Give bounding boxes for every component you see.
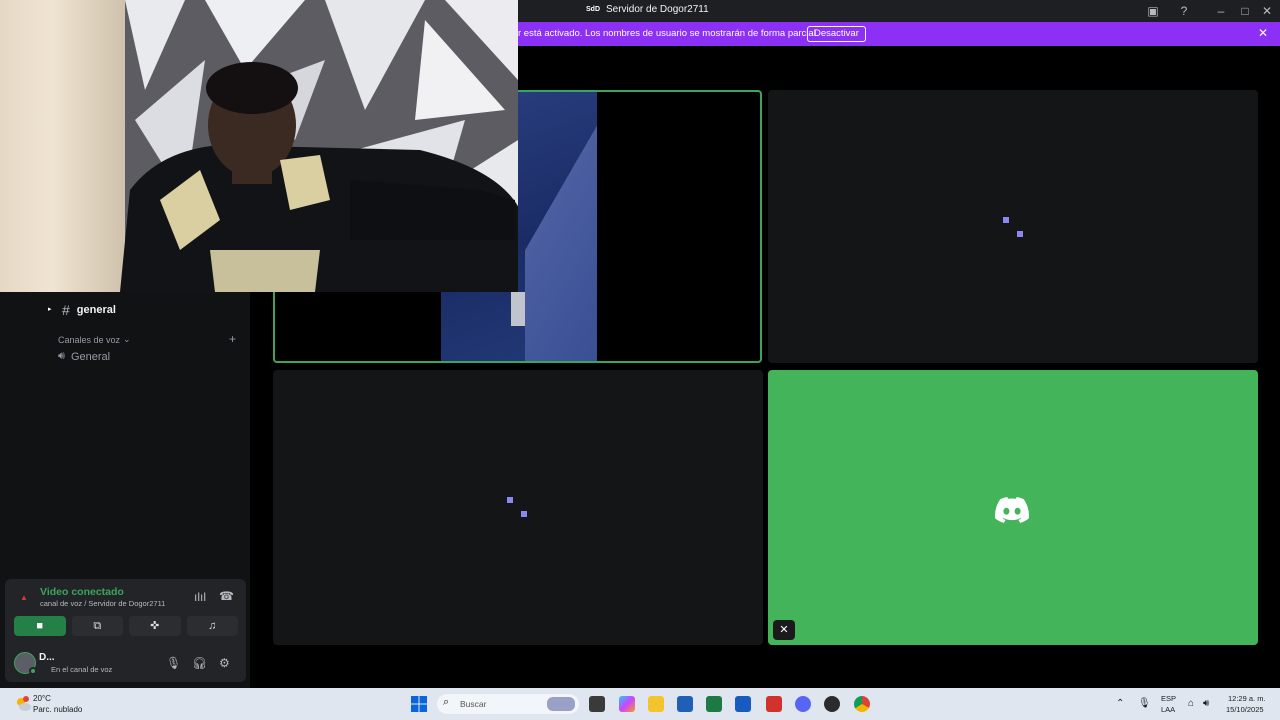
- search-placeholder: Buscar: [460, 699, 487, 709]
- loading-indicator-icon: [1003, 217, 1009, 223]
- minimize-button[interactable]: –: [1213, 3, 1229, 19]
- headphones-icon[interactable]: 🎧︎: [192, 656, 207, 670]
- server-icon: SdD: [586, 5, 600, 13]
- search-highlight-icon: [547, 697, 575, 711]
- obs-icon[interactable]: [824, 696, 840, 712]
- maximize-button[interactable]: □: [1237, 3, 1253, 19]
- task-view-icon[interactable]: [589, 696, 605, 712]
- connection-signal-icon[interactable]: ▲: [20, 594, 28, 602]
- microphone-icon[interactable]: 🎙︎: [166, 656, 181, 670]
- screen-share-button[interactable]: ⧉: [71, 616, 123, 636]
- online-status-indicator: [29, 667, 37, 675]
- language-line-2[interactable]: LAA: [1161, 705, 1175, 714]
- file-explorer-icon[interactable]: [648, 696, 664, 712]
- add-channel-icon[interactable]: +: [229, 332, 236, 346]
- server-name: Servidor de Dogor2711: [606, 4, 709, 15]
- soundboard-icon: ♫: [208, 620, 217, 632]
- acrobat-icon[interactable]: [766, 696, 782, 712]
- voice-category-header[interactable]: Canales de voz ⌄: [58, 334, 131, 345]
- webcam-overlay: [0, 0, 518, 292]
- discord-logo-icon: [995, 497, 1029, 523]
- inbox-icon[interactable]: ▣: [1145, 3, 1161, 19]
- gear-icon[interactable]: ⚙: [219, 656, 230, 670]
- webcam-background: [0, 0, 130, 292]
- screen-share-icon: ⧉: [93, 620, 102, 632]
- soundboard-button[interactable]: ♫: [186, 616, 238, 636]
- unread-indicator-icon: ▸: [48, 306, 52, 313]
- banner-message: r está activado. Los nombres de usuario …: [518, 28, 819, 39]
- taskbar-search-input[interactable]: ⌕ Buscar: [437, 694, 579, 714]
- discord-taskbar-icon[interactable]: [795, 696, 811, 712]
- store-icon[interactable]: [677, 696, 693, 712]
- language-line-1[interactable]: ESP: [1161, 694, 1176, 703]
- discord-window: SdD Servidor de Dogor2711 ▣ ? – □ ✕ r es…: [0, 0, 1280, 688]
- webcam-person: [120, 62, 518, 292]
- clock-time[interactable]: 12:29 a. m.: [1228, 694, 1266, 703]
- voice-actions: ■ ⧉ ✜ ♫: [14, 616, 238, 636]
- server-title: SdD Servidor de Dogor2711: [586, 4, 709, 15]
- excel-icon[interactable]: [706, 696, 722, 712]
- windows-taskbar: 20°C Parc. nublado ⌕ Buscar ⌃ 🎙︎ ESP LAA…: [0, 688, 1280, 720]
- clock-date[interactable]: 15/10/2025: [1226, 705, 1264, 714]
- video-frame-highlight: [525, 92, 597, 361]
- loading-indicator-icon: [1017, 231, 1023, 237]
- windows-start-icon[interactable]: [411, 696, 427, 712]
- voice-channel-label: General: [70, 350, 111, 363]
- copilot-icon[interactable]: [619, 696, 635, 712]
- text-channel-icon: #: [62, 302, 70, 318]
- network-icon[interactable]: ⌂: [1188, 698, 1194, 709]
- sidebar-item-general[interactable]: ▸ # general: [44, 300, 244, 320]
- camera-button[interactable]: ■: [14, 616, 66, 636]
- help-icon[interactable]: ?: [1176, 3, 1192, 19]
- voice-status-subtitle[interactable]: canal de voz / Servidor de Dogor2711: [40, 599, 165, 608]
- muted-microphone-icon: ✕: [773, 620, 795, 640]
- avatar[interactable]: [14, 652, 37, 675]
- username[interactable]: D...: [39, 652, 55, 663]
- video-tile-loading-2[interactable]: [273, 370, 763, 645]
- sidebar-item-voice-general[interactable]: 🔊︎ General: [58, 350, 110, 363]
- loading-indicator-icon: [521, 511, 527, 517]
- camera-icon: ■: [36, 620, 44, 632]
- channel-label: general: [76, 304, 116, 316]
- volume-icon[interactable]: 🔊︎: [1203, 698, 1209, 709]
- weather-icon[interactable]: [14, 696, 32, 712]
- microphone-tray-icon[interactable]: 🎙︎: [1138, 698, 1151, 709]
- speaker-icon: 🔊︎: [58, 350, 65, 362]
- weather-description[interactable]: Parc. nublado: [33, 705, 82, 714]
- chevron-down-icon: ⌄: [123, 334, 131, 344]
- weather-temperature[interactable]: 20°C: [33, 694, 51, 703]
- disconnect-icon[interactable]: ☎: [219, 589, 234, 603]
- noise-suppression-icon[interactable]: ılıl: [194, 590, 206, 604]
- video-tile-loading-1[interactable]: [768, 90, 1258, 363]
- user-status: En el canal de voz: [51, 665, 113, 674]
- chrome-icon[interactable]: [854, 696, 870, 712]
- disable-button[interactable]: Desactivar: [807, 26, 866, 42]
- close-icon[interactable]: ✕: [1256, 26, 1270, 40]
- voice-category-label: Canales de voz: [58, 334, 121, 345]
- activities-button[interactable]: ✜: [129, 616, 181, 636]
- video-tile-avatar[interactable]: ✕: [768, 370, 1258, 645]
- video-frame-object: [511, 292, 525, 326]
- gamepad-icon: ✜: [150, 620, 160, 632]
- voice-status-title[interactable]: Video conectado: [40, 586, 124, 598]
- word-icon[interactable]: [735, 696, 751, 712]
- chevron-up-icon[interactable]: ⌃: [1116, 698, 1124, 709]
- search-icon: ⌕: [443, 696, 450, 708]
- close-window-button[interactable]: ✕: [1259, 3, 1275, 19]
- user-panel: D... En el canal de voz 🎙︎ 🎧︎ ⚙: [5, 648, 246, 678]
- loading-indicator-icon: [507, 497, 513, 503]
